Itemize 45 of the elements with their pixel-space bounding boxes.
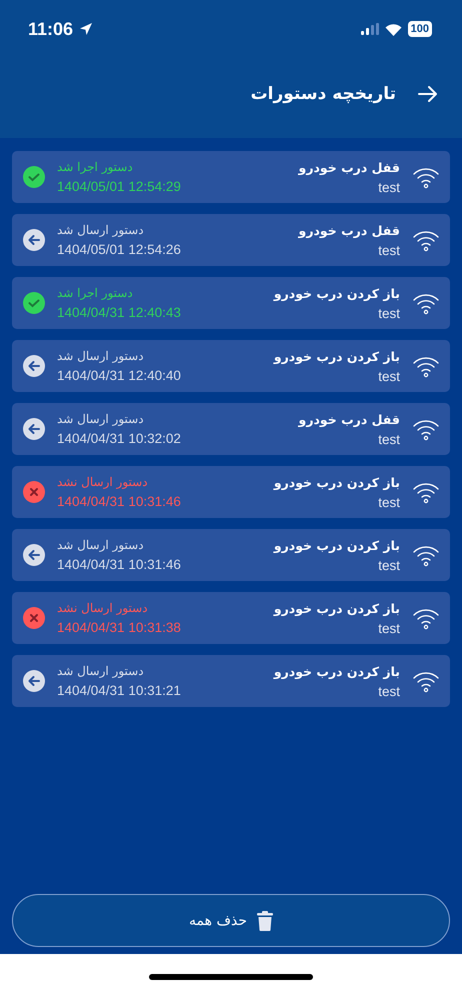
device-name: test: [378, 368, 400, 384]
command-title: باز کردن درب خودرو: [274, 538, 400, 552]
timestamp: 1404/04/31 10:31:46: [57, 557, 181, 572]
status-text: دستور ارسال شد: [57, 412, 144, 426]
timestamp: 1404/04/31 10:31:38: [57, 620, 181, 635]
command-title: قفل درب خودرو: [298, 412, 400, 426]
status-text: دستور ارسال شد: [57, 664, 144, 678]
device-name: test: [378, 494, 400, 510]
device-name: test: [378, 432, 400, 446]
timestamp: 1404/04/31 12:40:40: [57, 368, 181, 383]
command-title: باز کردن درب خودرو: [274, 474, 400, 490]
page-title: تاریخچه دستورات: [250, 84, 396, 104]
battery-level: 100: [408, 21, 432, 37]
device-name: test: [378, 684, 400, 698]
timestamp: 1404/05/01 12:54:26: [57, 242, 181, 257]
status-text: دستور ارسال شد: [57, 223, 144, 237]
device-name: test: [378, 558, 400, 572]
trash-icon: [256, 910, 273, 930]
delete-all-button[interactable]: حذف همه: [12, 894, 450, 947]
command-title: قفل درب خودرو: [298, 160, 400, 174]
device-name: test: [378, 242, 400, 258]
wifi-signal-icon: [384, 22, 402, 36]
timestamp: 1404/04/31 12:40:43: [57, 305, 181, 320]
timestamp: 1404/05/01 12:54:29: [57, 179, 181, 194]
signal-icon: [360, 23, 379, 35]
command-title: باز کردن درب خودرو: [274, 348, 400, 364]
command-title: قفل درب خودرو: [298, 222, 400, 238]
device-name: test: [378, 180, 400, 194]
timestamp: 1404/04/31 10:31:21: [57, 683, 181, 698]
status-text: دستور اجرا شد: [57, 286, 133, 300]
status-text: دستور ارسال شد: [57, 538, 144, 552]
command-title: باز کردن درب خودرو: [274, 600, 400, 616]
timestamp: 1404/04/31 10:31:46: [57, 494, 181, 509]
command-title: باز کردن درب خودرو: [274, 286, 400, 300]
location-arrow-icon: [79, 22, 94, 36]
status-text: دستور اجرا شد: [57, 160, 133, 174]
command-title: باز کردن درب خودرو: [274, 664, 400, 678]
timestamp: 1404/04/31 10:32:02: [57, 431, 181, 446]
status-text: دستور ارسال نشد: [57, 475, 148, 489]
status-text: دستور ارسال نشد: [57, 601, 148, 615]
status-text: دستور ارسال شد: [57, 349, 144, 363]
clock-time: 11:06: [28, 18, 74, 40]
device-name: test: [378, 620, 400, 636]
back-arrow-icon[interactable]: [418, 85, 438, 103]
device-name: test: [378, 306, 400, 320]
